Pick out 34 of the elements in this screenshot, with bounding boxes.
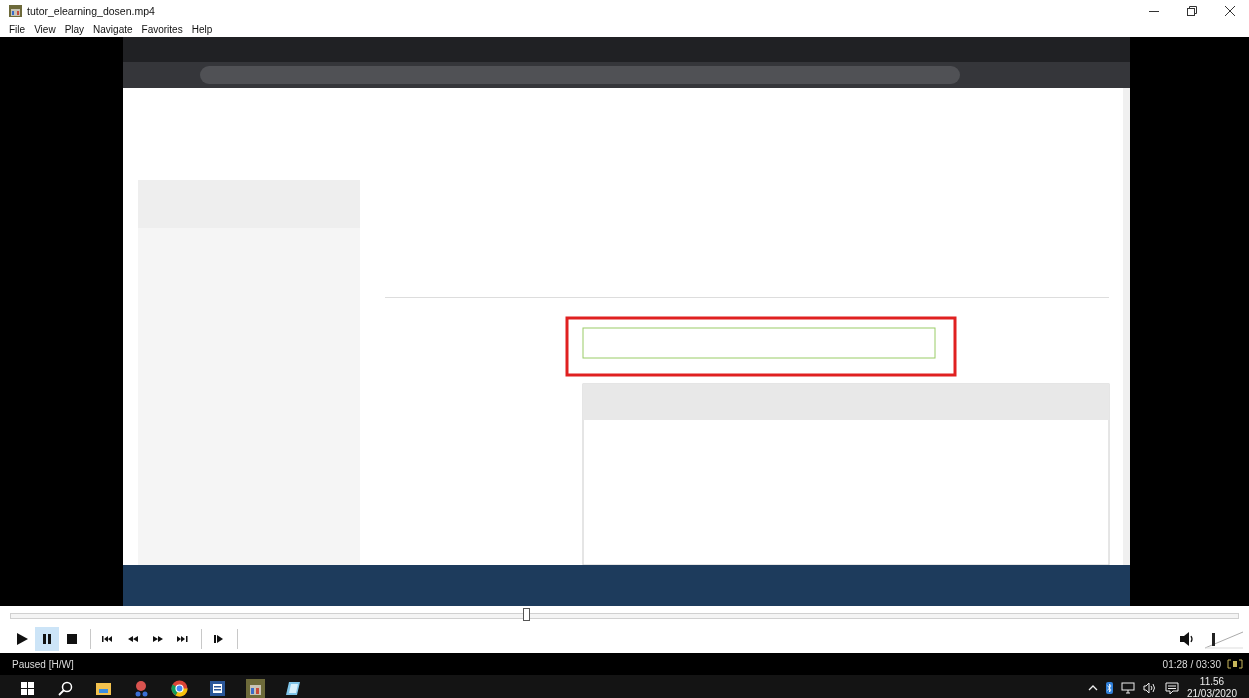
volume-slider[interactable] xyxy=(1205,628,1243,650)
restore-icon xyxy=(1187,6,1197,16)
clock-date: 21/03/2020 xyxy=(1186,688,1237,698)
volume-thumb[interactable] xyxy=(1211,633,1215,646)
folder-icon[interactable] xyxy=(95,682,111,695)
document-icon[interactable] xyxy=(209,680,225,696)
app-icon xyxy=(9,5,22,17)
status-text: Paused [H/W] xyxy=(12,658,74,670)
film-icon[interactable] xyxy=(245,678,265,698)
play-icon xyxy=(15,632,29,646)
chevron-up-icon[interactable] xyxy=(1087,685,1098,691)
menu-item[interactable]: Play xyxy=(64,24,85,35)
close-icon xyxy=(1225,6,1235,16)
pause-icon xyxy=(40,632,54,646)
window-title: tutor_elearning_dosen.mp4 xyxy=(27,5,155,17)
notification-icon[interactable] xyxy=(1164,681,1179,695)
notepad-icon[interactable] xyxy=(285,681,300,695)
clock-time: 11.56 xyxy=(1199,676,1225,688)
fullscreen-icon[interactable] xyxy=(1227,659,1243,669)
menu-item[interactable]: Navigate xyxy=(93,24,133,35)
speaker-icon[interactable] xyxy=(1142,682,1157,694)
pause-button[interactable] xyxy=(35,627,59,651)
chrome-icon[interactable] xyxy=(170,680,187,696)
stop-icon xyxy=(65,632,79,646)
search-icon[interactable] xyxy=(57,681,72,696)
seek-thumb[interactable] xyxy=(523,607,531,621)
windows-icon[interactable] xyxy=(20,681,34,695)
menu-item[interactable]: View xyxy=(34,24,56,35)
network-icon[interactable] xyxy=(1120,682,1135,694)
bluetooth-icon[interactable] xyxy=(1105,682,1113,694)
menu-item[interactable]: Help xyxy=(191,24,213,35)
menu-item[interactable]: File xyxy=(9,24,26,35)
playback-time: 01:28 / 03:30 xyxy=(1162,658,1221,670)
menu-item[interactable]: Favorites xyxy=(141,24,183,35)
